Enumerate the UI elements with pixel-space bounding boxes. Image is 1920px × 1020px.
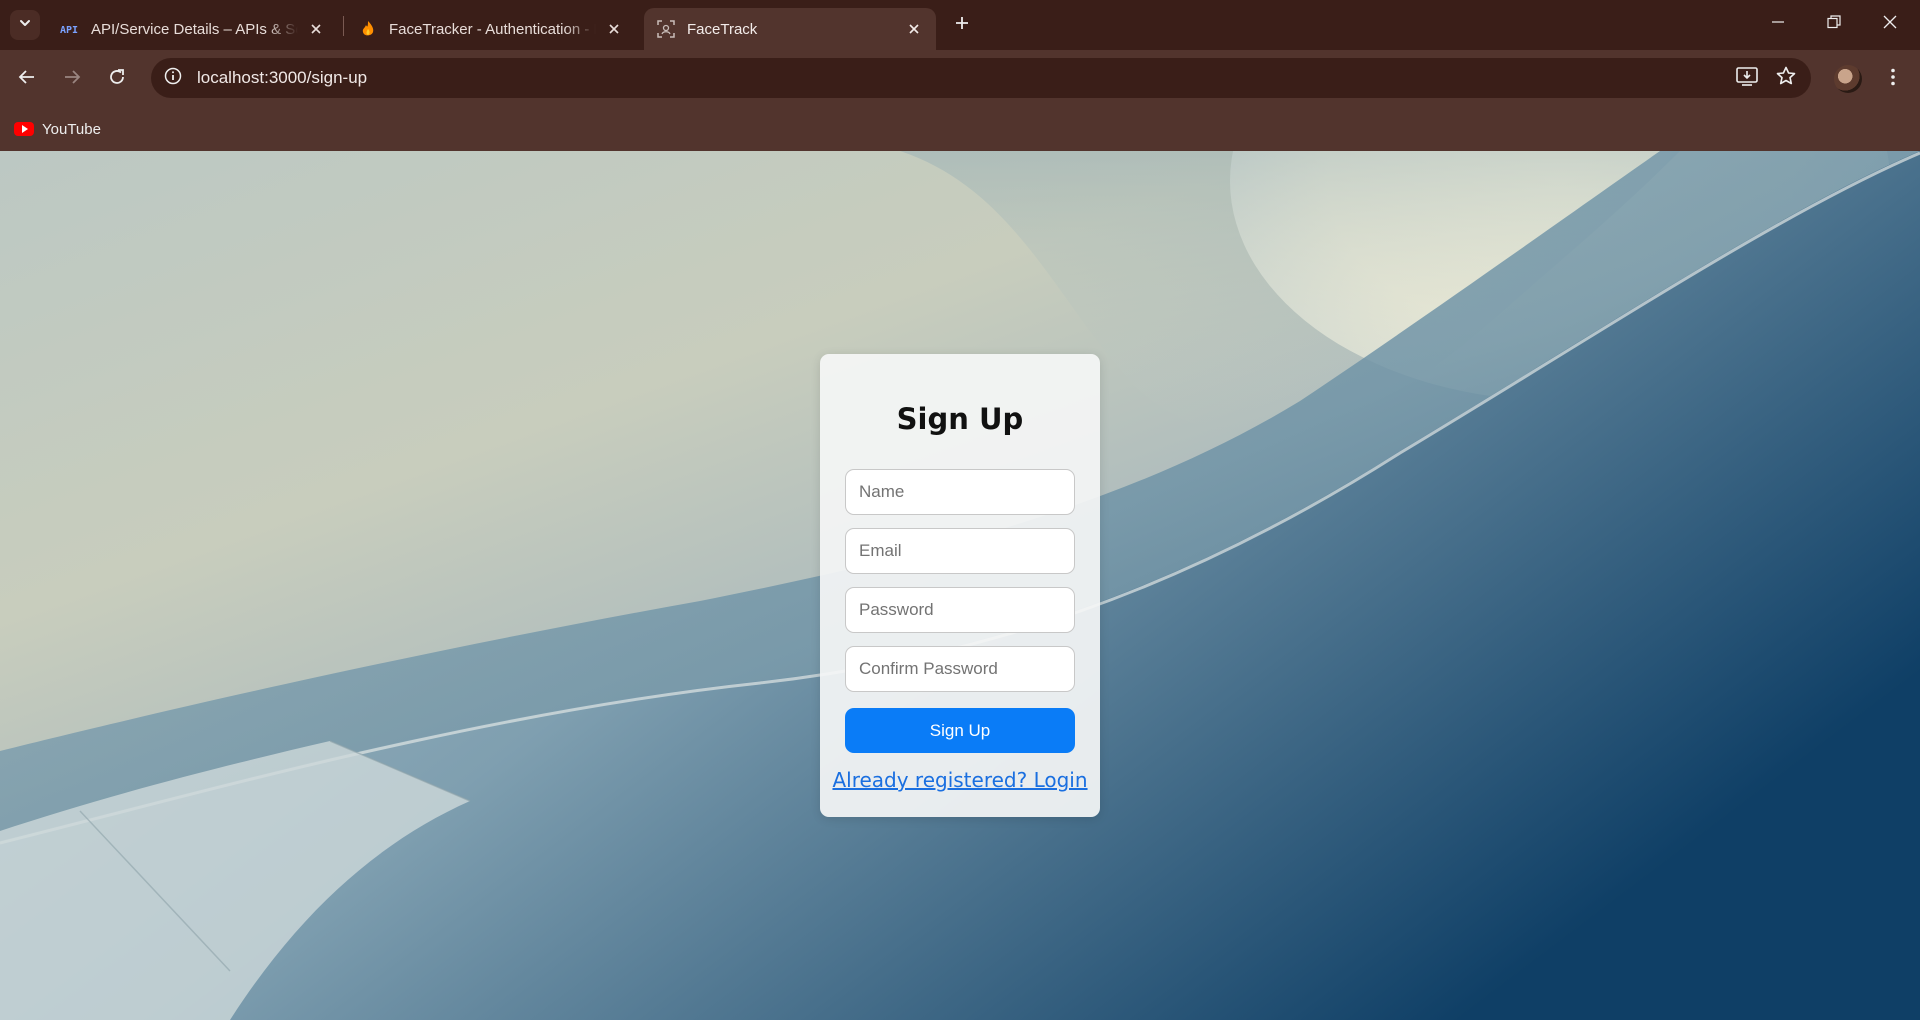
- reload-button[interactable]: [100, 62, 134, 96]
- signup-title: Sign Up: [896, 402, 1024, 436]
- bookmark-star-button[interactable]: [1772, 64, 1800, 92]
- login-link[interactable]: Already registered? Login: [820, 768, 1100, 792]
- tab-title: FaceTrack: [687, 20, 758, 38]
- close-icon[interactable]: [604, 19, 624, 39]
- youtube-icon: [14, 122, 34, 136]
- arrow-left-icon: [18, 68, 36, 91]
- restore-button[interactable]: [1806, 0, 1862, 48]
- signup-button[interactable]: Sign Up: [845, 708, 1075, 753]
- url-text[interactable]: localhost:3000/sign-up: [197, 58, 367, 98]
- arrow-right-icon: [63, 68, 81, 91]
- tab-api-service[interactable]: API API/Service Details – APIs & Service…: [48, 8, 338, 50]
- svg-text:API: API: [60, 25, 78, 36]
- api-icon: API: [60, 19, 80, 39]
- new-tab-button[interactable]: [947, 10, 977, 40]
- restore-icon: [1827, 14, 1841, 34]
- page-viewport: Sign Up Sign Up Already registered? Logi…: [0, 151, 1920, 1020]
- minimize-button[interactable]: [1750, 0, 1806, 48]
- bookmark-label: YouTube: [42, 120, 101, 138]
- face-scan-icon: [656, 19, 676, 39]
- tab-firebase-auth[interactable]: FaceTracker - Authentication - Firebase: [346, 8, 636, 50]
- close-window-button[interactable]: [1862, 0, 1918, 48]
- forward-button[interactable]: [55, 62, 89, 96]
- plus-icon: [954, 15, 970, 36]
- tab-title: API/Service Details – APIs & Services: [91, 20, 298, 38]
- info-icon: [164, 67, 182, 90]
- email-input[interactable]: [845, 528, 1075, 574]
- name-input[interactable]: [845, 469, 1075, 515]
- more-vertical-icon: [1890, 68, 1896, 91]
- site-info-button[interactable]: [159, 64, 187, 92]
- star-icon: [1776, 66, 1796, 91]
- install-icon: [1736, 66, 1758, 91]
- signup-card: Sign Up Sign Up Already registered? Logi…: [820, 354, 1100, 817]
- tab-search-button[interactable]: [10, 10, 40, 40]
- confirm-password-input[interactable]: [845, 646, 1075, 692]
- browser-toolbar: localhost:3000/sign-up: [0, 50, 1920, 108]
- tab-facetrack[interactable]: FaceTrack: [644, 8, 936, 50]
- reload-icon: [108, 68, 126, 91]
- password-input[interactable]: [845, 587, 1075, 633]
- close-icon[interactable]: [904, 19, 924, 39]
- minimize-icon: [1771, 15, 1785, 34]
- install-app-button[interactable]: [1733, 64, 1761, 92]
- bookmark-youtube[interactable]: YouTube: [10, 116, 105, 142]
- chevron-down-icon: [18, 16, 32, 35]
- address-bar[interactable]: localhost:3000/sign-up: [151, 58, 1811, 98]
- browser-menu-button[interactable]: [1878, 64, 1908, 94]
- tab-divider: [343, 16, 344, 36]
- close-icon[interactable]: [306, 19, 326, 39]
- firebase-icon: [358, 19, 378, 39]
- back-button[interactable]: [10, 62, 44, 96]
- bookmarks-bar: YouTube: [0, 108, 1920, 151]
- close-icon: [1883, 15, 1897, 34]
- profile-avatar[interactable]: [1834, 65, 1862, 93]
- tab-title: FaceTracker - Authentication - Firebase: [389, 20, 596, 38]
- tab-strip: API API/Service Details – APIs & Service…: [0, 0, 1920, 50]
